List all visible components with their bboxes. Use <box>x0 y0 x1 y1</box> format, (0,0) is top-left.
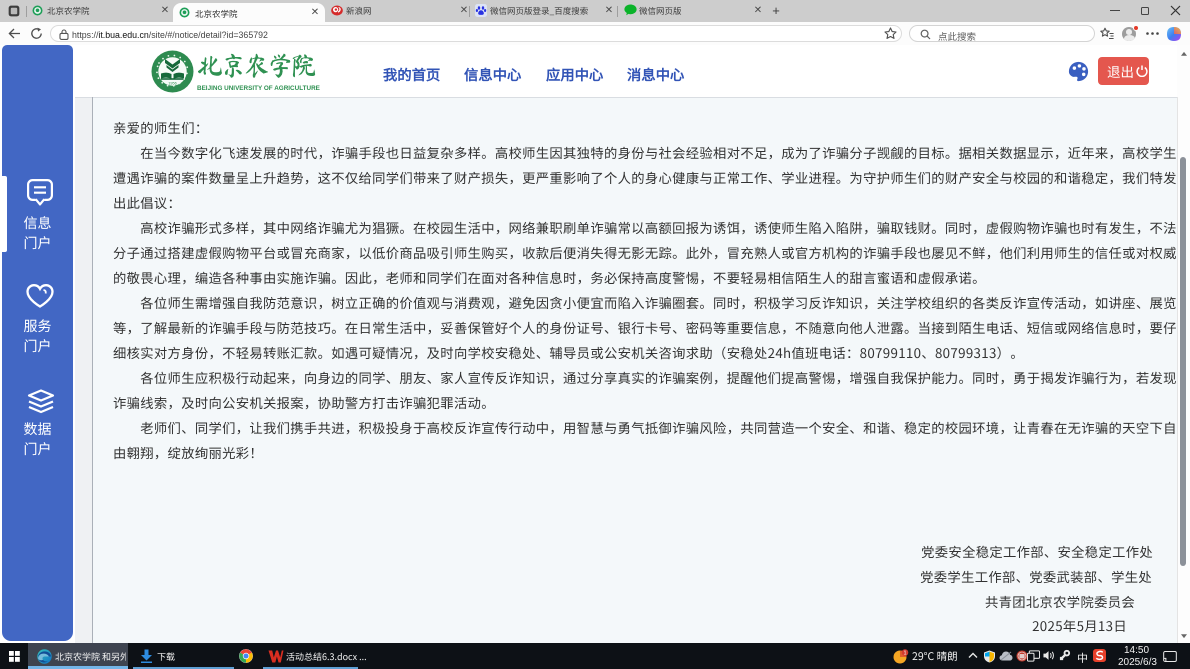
svg-text:1: 1 <box>903 651 906 657</box>
svg-text:1956: 1956 <box>168 82 176 86</box>
